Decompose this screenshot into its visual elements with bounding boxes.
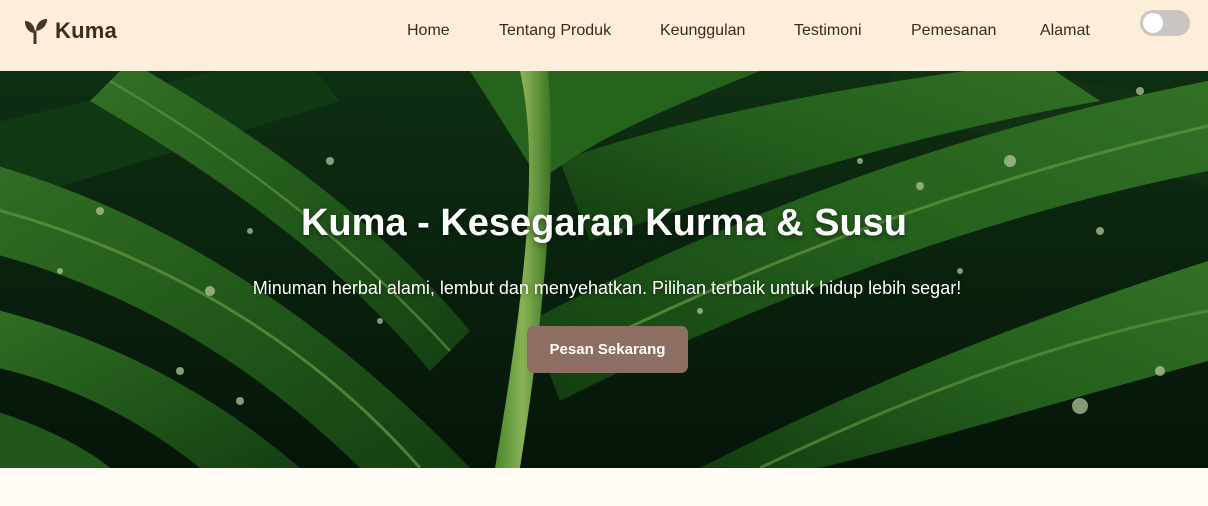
hero-subtitle: Minuman herbal alami, lembut dan menyeha…: [252, 278, 962, 298]
nav-link-home[interactable]: Home: [407, 22, 450, 40]
theme-toggle[interactable]: [1140, 10, 1190, 36]
hero-overlay: [0, 71, 1208, 468]
nav-link-alamat[interactable]: Alamat: [1040, 22, 1090, 40]
navbar: Kuma Home Tentang Produk Keunggulan Test…: [0, 0, 1208, 71]
order-now-button[interactable]: Pesan Sekarang: [527, 326, 688, 373]
hero-section: Kuma - Kesegaran Kurma & Susu Minuman he…: [0, 71, 1208, 468]
nav-link-keunggulan[interactable]: Keunggulan: [660, 22, 745, 40]
nav-link-tentang-produk[interactable]: Tentang Produk: [499, 22, 611, 40]
brand-name: Kuma: [55, 18, 117, 43]
next-section: [0, 468, 1208, 506]
sprout-icon: [24, 18, 48, 44]
brand-logo[interactable]: Kuma: [24, 18, 117, 44]
nav-link-pemesanan[interactable]: Pemesanan: [911, 22, 996, 40]
toggle-knob: [1143, 13, 1163, 33]
nav-link-testimoni[interactable]: Testimoni: [794, 22, 862, 40]
hero-title: Kuma - Kesegaran Kurma & Susu: [300, 202, 908, 244]
